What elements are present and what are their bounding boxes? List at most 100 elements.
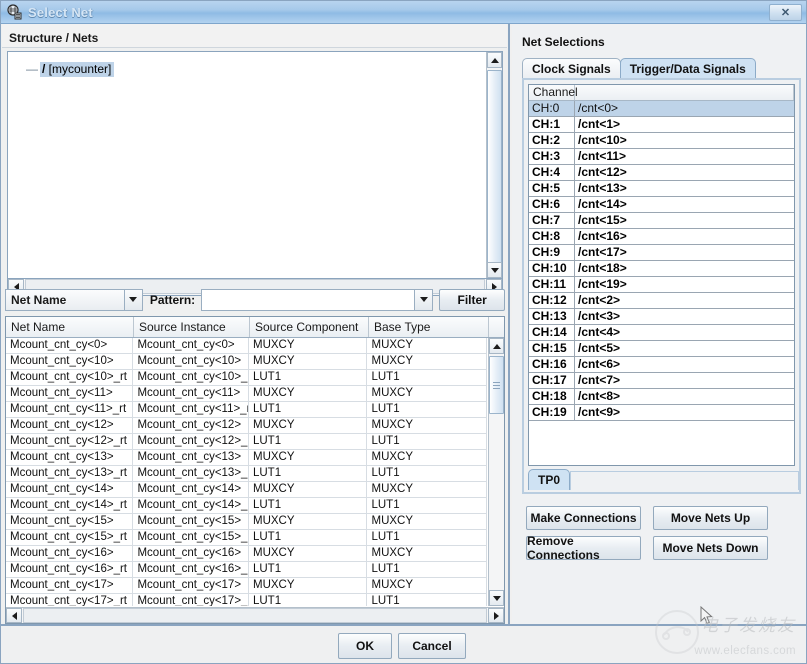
remove-connections-button[interactable]: Remove Connections [526,536,641,560]
pattern-input-combo[interactable] [201,289,433,311]
tree-vertical-scrollbar[interactable] [486,52,502,278]
channel-row[interactable]: CH:9/cnt<17> [529,245,794,261]
net-scroll-down-button[interactable] [489,590,504,606]
channel-row[interactable]: CH:10/cnt<18> [529,261,794,277]
net-list-table: Net Name Source Instance Source Componen… [5,316,505,624]
net-table-col-base-type[interactable]: Base Type [369,317,489,337]
table-row[interactable]: Mcount_cnt_cy<14>_rtMcount_cnt_cy<14>_rt… [6,498,487,514]
signal-tab-panel: Channel CH:0/cnt<0>CH:1/cnt<1>CH:2/cnt<1… [522,78,801,494]
net-scroll-up-button[interactable] [489,338,504,354]
channel-col-net[interactable] [575,85,794,100]
table-row[interactable]: Mcount_cnt_cy<11>_rtMcount_cnt_cy<11>_rt… [6,402,487,418]
tree-scroll-up-button[interactable] [487,52,502,68]
tree-scroll-down-button[interactable] [487,262,502,278]
table-row[interactable]: Mcount_cnt_cy<17>Mcount_cnt_cy<17>MUXCYM… [6,578,487,594]
net-table-horizontal-scrollbar[interactable] [6,607,504,623]
channel-row[interactable]: CH:13/cnt<3> [529,309,794,325]
channel-row[interactable]: CH:11/cnt<19> [529,277,794,293]
net-cell-1: Mcount_cnt_cy<10> [133,354,249,369]
tree-collapse-icon[interactable]: — [26,64,38,74]
close-button[interactable]: ✕ [769,4,802,21]
channel-row[interactable]: CH:1/cnt<1> [529,117,794,133]
net-cell-0: Mcount_cnt_cy<0> [6,338,133,353]
table-row[interactable]: Mcount_cnt_cy<13>Mcount_cnt_cy<13>MUXCYM… [6,450,487,466]
chevron-down-icon[interactable] [414,290,432,310]
table-row[interactable]: Mcount_cnt_cy<12>Mcount_cnt_cy<12>MUXCYM… [6,418,487,434]
table-row[interactable]: Mcount_cnt_cy<14>Mcount_cnt_cy<14>MUXCYM… [6,482,487,498]
net-scroll-thumb[interactable] [489,356,504,414]
channel-row[interactable]: CH:14/cnt<4> [529,325,794,341]
channel-row[interactable]: CH:17/cnt<7> [529,373,794,389]
net-cell-1: Mcount_cnt_cy<14> [133,482,249,497]
channel-row[interactable]: CH:6/cnt<14> [529,197,794,213]
net-cell-2: LUT1 [249,562,368,577]
net-hscroll-right-button[interactable] [488,608,504,623]
table-row[interactable]: Mcount_cnt_cy<12>_rtMcount_cnt_cy<12>_rt… [6,434,487,450]
net-hscroll-left-button[interactable] [6,608,22,623]
tab-clock-signals[interactable]: Clock Signals [522,58,621,79]
channel-net-name: /cnt<2> [575,293,794,308]
channel-row[interactable]: CH:4/cnt<12> [529,165,794,181]
channel-row[interactable]: CH:8/cnt<16> [529,229,794,245]
cancel-button[interactable]: Cancel [398,633,466,659]
table-row[interactable]: Mcount_cnt_cy<16>Mcount_cnt_cy<16>MUXCYM… [6,546,487,562]
net-table-body[interactable]: Mcount_cnt_cy<0>Mcount_cnt_cy<0> MUXCY MUX… [6,338,487,606]
tab-tp0[interactable]: TP0 [528,469,570,490]
table-row[interactable]: Mcount_cnt_cy<10>_rtMcount_cnt_cy<10>_rt… [6,370,487,386]
channel-row[interactable]: CH:12/cnt<2> [529,293,794,309]
channel-id: CH:7 [529,213,575,228]
net-cell-1: Mcount_cnt_cy<17>_rt [133,594,249,606]
net-cell-2: MUXCY [249,418,368,433]
filter-column-select[interactable]: Net Name [5,289,143,311]
tree-scroll-thumb[interactable] [487,70,502,264]
net-table-col-source-instance[interactable]: Source Instance [134,317,250,337]
channel-table-body[interactable]: CH:0/cnt<0>CH:1/cnt<1>CH:2/cnt<10>CH:3/c… [529,101,794,465]
channel-row[interactable]: CH:16/cnt<6> [529,357,794,373]
net-cell-2: MUXCY [249,546,368,561]
channel-row[interactable]: CH:18/cnt<8> [529,389,794,405]
channel-net-name: /cnt<6> [575,357,794,372]
channel-row[interactable]: CH:7/cnt<15> [529,213,794,229]
table-row[interactable]: Mcount_cnt_cy<16>_rtMcount_cnt_cy<16>_rt… [6,562,487,578]
net-cell-2: MUXCY [249,386,368,401]
table-row[interactable]: Mcount_cnt_cy<17>_rtMcount_cnt_cy<17>_rt… [6,594,487,606]
table-row[interactable]: Mcount_cnt_cy<10>Mcount_cnt_cy<10>MUXCYM… [6,354,487,370]
net-cell-1: Mcount_cnt_cy<0> [133,338,249,353]
channel-id: CH:19 [529,405,575,420]
table-row[interactable]: Mcount_cnt_cy<15>_rtMcount_cnt_cy<15>_rt… [6,530,487,546]
net-cell-1: Mcount_cnt_cy<11> [133,386,249,401]
channel-id: CH:5 [529,181,575,196]
chevron-up-icon [491,58,499,63]
channel-col-channel[interactable]: Channel [529,85,575,100]
net-table-col-net-name[interactable]: Net Name [6,317,134,337]
channel-row[interactable]: CH:3/cnt<11> [529,149,794,165]
channel-row[interactable]: CH:15/cnt<5> [529,341,794,357]
tab-trigger-data-signals[interactable]: Trigger/Data Signals [620,58,756,79]
net-cell-2: LUT1 [249,370,368,385]
pattern-label: Pattern: [150,293,195,307]
table-row[interactable]: Mcount_cnt_cy<0>Mcount_cnt_cy<0>MUXCYMUX… [6,338,487,354]
pattern-input[interactable] [202,290,414,310]
structure-tree[interactable]: — / [mycounter] [8,52,486,278]
channel-row[interactable]: CH:2/cnt<10> [529,133,794,149]
channel-net-name: /cnt<13> [575,181,794,196]
channel-row[interactable]: CH:0/cnt<0> [529,101,794,117]
move-nets-up-button[interactable]: Move Nets Up [653,506,768,530]
table-row[interactable]: Mcount_cnt_cy<13>_rtMcount_cnt_cy<13>_rt… [6,466,487,482]
tree-item-mycounter[interactable]: — / [mycounter] [8,61,486,77]
move-nets-down-button[interactable]: Move Nets Down [653,536,768,560]
ok-button[interactable]: OK [338,633,392,659]
channel-table-header: Channel [529,85,794,101]
filter-button[interactable]: Filter [439,289,505,311]
table-row[interactable]: Mcount_cnt_cy<15>Mcount_cnt_cy<15>MUXCYM… [6,514,487,530]
channel-row[interactable]: CH:19/cnt<9> [529,405,794,421]
net-table-col-source-component[interactable]: Source Component [250,317,369,337]
net-cell-0: Mcount_cnt_cy<16> [6,546,133,561]
net-cell-3: MUXCY [367,578,487,593]
make-connections-button[interactable]: Make Connections [526,506,641,530]
table-row[interactable]: Mcount_cnt_cy<11>Mcount_cnt_cy<11>MUXCYM… [6,386,487,402]
net-table-vertical-scrollbar[interactable] [488,338,504,606]
net-hscroll-track[interactable] [23,608,487,623]
channel-row[interactable]: CH:5/cnt<13> [529,181,794,197]
chevron-down-icon[interactable] [124,290,142,310]
